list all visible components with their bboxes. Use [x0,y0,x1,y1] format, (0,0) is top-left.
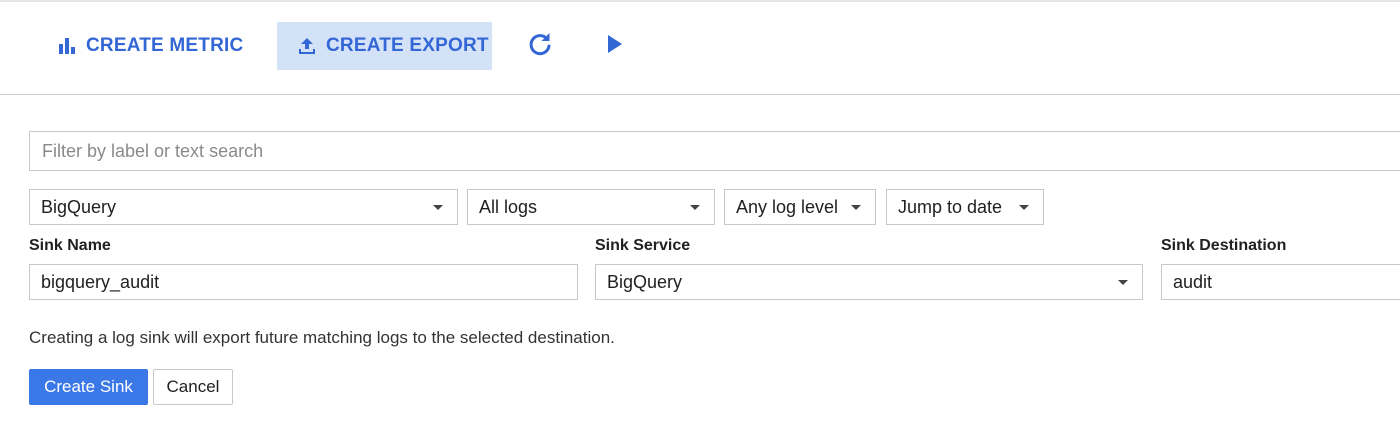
chevron-down-icon [851,205,861,210]
sink-destination-input[interactable]: audit [1161,264,1400,300]
cancel-button[interactable]: Cancel [153,369,233,405]
chevron-down-icon [433,205,443,210]
sink-service-label: Sink Service [595,237,691,254]
create-metric-button[interactable]: CREATE METRIC [56,22,243,70]
sink-service-select[interactable]: BigQuery [595,264,1143,300]
refresh-icon [526,30,554,63]
chevron-down-icon [1118,280,1128,285]
sink-destination-label: Sink Destination [1161,237,1287,254]
resource-dropdown[interactable]: BigQuery [29,189,458,225]
logs-dropdown[interactable]: All logs [467,189,715,225]
bar-chart-icon [56,36,78,56]
log-level-dropdown[interactable]: Any log level [724,189,876,225]
resource-dropdown-value: BigQuery [41,196,117,217]
sink-destination-value: audit [1173,271,1213,292]
filter-search-input[interactable] [29,131,1400,171]
sink-service-value: BigQuery [607,271,683,292]
upload-icon [296,36,318,56]
logs-dropdown-value: All logs [479,196,538,217]
create-export-button[interactable]: CREATE EXPORT [277,22,492,70]
chevron-down-icon [690,205,700,210]
info-text: Creating a log sink will export future m… [29,328,615,347]
toolbar-divider [0,94,1400,95]
log-level-dropdown-value: Any log level [736,196,839,217]
create-sink-button[interactable]: Create Sink [29,369,148,405]
chevron-down-icon [1019,205,1029,210]
create-export-label: CREATE EXPORT [326,35,489,56]
sink-name-input[interactable]: bigquery_audit [29,264,578,300]
play-button[interactable] [598,30,630,62]
play-icon [603,33,625,60]
jump-to-date-dropdown[interactable]: Jump to date [886,189,1044,225]
refresh-button[interactable] [524,30,556,62]
jump-to-date-value: Jump to date [898,196,1003,217]
sink-name-value: bigquery_audit [41,271,160,292]
create-metric-label: CREATE METRIC [86,35,244,56]
toolbar: CREATE METRIC CREATE EXPORT [0,2,1400,94]
sink-name-label: Sink Name [29,237,111,254]
